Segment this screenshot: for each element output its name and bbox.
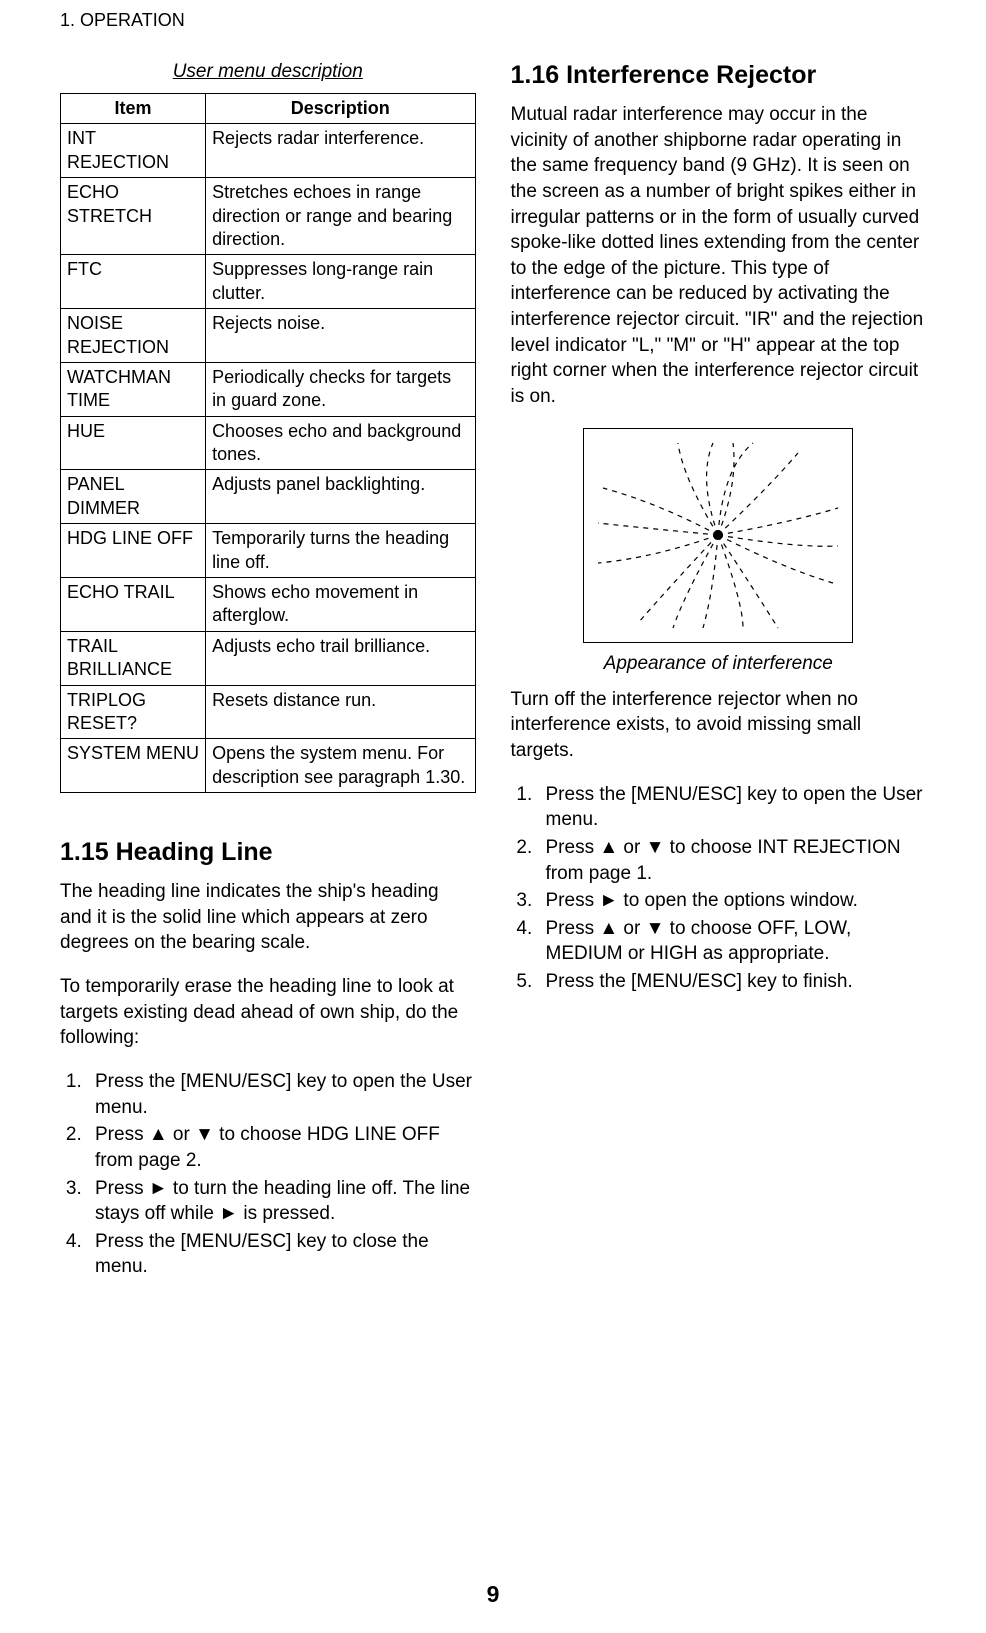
section-115-steps: Press the [MENU/ESC] key to open the Use… [60, 1069, 476, 1280]
section-115-heading: 1.15 Heading Line [60, 838, 476, 867]
list-item: Press the [MENU/ESC] key to open the Use… [87, 1069, 476, 1120]
cell-desc: Resets distance run. [206, 685, 475, 739]
cell-item: ECHO STRETCH [61, 178, 206, 255]
cell-desc: Temporarily turns the heading line off. [206, 524, 475, 578]
cell-desc: Rejects noise. [206, 309, 475, 363]
cell-desc: Stretches echoes in range direction or r… [206, 178, 475, 255]
col-header-desc: Description [206, 94, 475, 124]
cell-item: NOISE REJECTION [61, 309, 206, 363]
right-column: 1.16 Interference Rejector Mutual radar … [511, 61, 927, 1282]
cell-item: FTC [61, 255, 206, 309]
cell-item: WATCHMAN TIME [61, 362, 206, 416]
table-row: TRAIL BRILLIANCEAdjusts echo trail brill… [61, 631, 476, 685]
list-item: Press ► to open the options window. [538, 888, 927, 914]
list-item: Press the [MENU/ESC] key to close the me… [87, 1229, 476, 1280]
table-row: HUEChooses echo and background tones. [61, 416, 476, 470]
section-116-para2: Turn off the interference rejector when … [511, 687, 927, 764]
content-columns: User menu description Item Description I… [60, 61, 926, 1282]
section-115-para2: To temporarily erase the heading line to… [60, 974, 476, 1051]
cell-desc: Opens the system menu. For description s… [206, 739, 475, 793]
cell-item: INT REJECTION [61, 124, 206, 178]
col-header-item: Item [61, 94, 206, 124]
table-row: NOISE REJECTIONRejects noise. [61, 309, 476, 363]
cell-item: TRIPLOG RESET? [61, 685, 206, 739]
cell-desc: Shows echo movement in afterglow. [206, 578, 475, 632]
left-column: User menu description Item Description I… [60, 61, 476, 1282]
section-116-para1: Mutual radar interference may occur in t… [511, 102, 927, 410]
cell-item: SYSTEM MENU [61, 739, 206, 793]
table-row: SYSTEM MENUOpens the system menu. For de… [61, 739, 476, 793]
list-item: Press ▲ or ▼ to choose OFF, LOW, MEDIUM … [538, 916, 927, 967]
list-item: Press ▲ or ▼ to choose INT REJECTION fro… [538, 835, 927, 886]
user-menu-table: Item Description INT REJECTIONRejects ra… [60, 93, 476, 793]
interference-figure [583, 428, 853, 643]
table-row: WATCHMAN TIMEPeriodically checks for tar… [61, 362, 476, 416]
table-header-row: Item Description [61, 94, 476, 124]
cell-desc: Rejects radar interference. [206, 124, 475, 178]
cell-desc: Adjusts echo trail brilliance. [206, 631, 475, 685]
page-header: 1. OPERATION [60, 10, 926, 31]
cell-item: PANEL DIMMER [61, 470, 206, 524]
list-item: Press the [MENU/ESC] key to finish. [538, 969, 927, 995]
table-row: TRIPLOG RESET?Resets distance run. [61, 685, 476, 739]
section-116-steps: Press the [MENU/ESC] key to open the Use… [511, 782, 927, 995]
cell-desc: Adjusts panel backlighting. [206, 470, 475, 524]
list-item: Press the [MENU/ESC] key to open the Use… [538, 782, 927, 833]
cell-item: HUE [61, 416, 206, 470]
cell-desc: Periodically checks for targets in guard… [206, 362, 475, 416]
table-row: HDG LINE OFFTemporarily turns the headin… [61, 524, 476, 578]
table-row: FTCSuppresses long-range rain clutter. [61, 255, 476, 309]
table-row: ECHO STRETCHStretches echoes in range di… [61, 178, 476, 255]
table-row: PANEL DIMMERAdjusts panel backlighting. [61, 470, 476, 524]
cell-desc: Chooses echo and background tones. [206, 416, 475, 470]
list-item: Press ► to turn the heading line off. Th… [87, 1176, 476, 1227]
cell-desc: Suppresses long-range rain clutter. [206, 255, 475, 309]
page-number: 9 [0, 1581, 986, 1608]
list-item: Press ▲ or ▼ to choose HDG LINE OFF from… [87, 1122, 476, 1173]
section-116-heading: 1.16 Interference Rejector [511, 61, 927, 90]
cell-item: ECHO TRAIL [61, 578, 206, 632]
table-row: INT REJECTIONRejects radar interference. [61, 124, 476, 178]
table-row: ECHO TRAILShows echo movement in aftergl… [61, 578, 476, 632]
cell-item: HDG LINE OFF [61, 524, 206, 578]
table-caption: User menu description [60, 61, 476, 83]
section-115-para1: The heading line indicates the ship's he… [60, 879, 476, 956]
figure-caption: Appearance of interference [511, 653, 927, 675]
cell-item: TRAIL BRILLIANCE [61, 631, 206, 685]
